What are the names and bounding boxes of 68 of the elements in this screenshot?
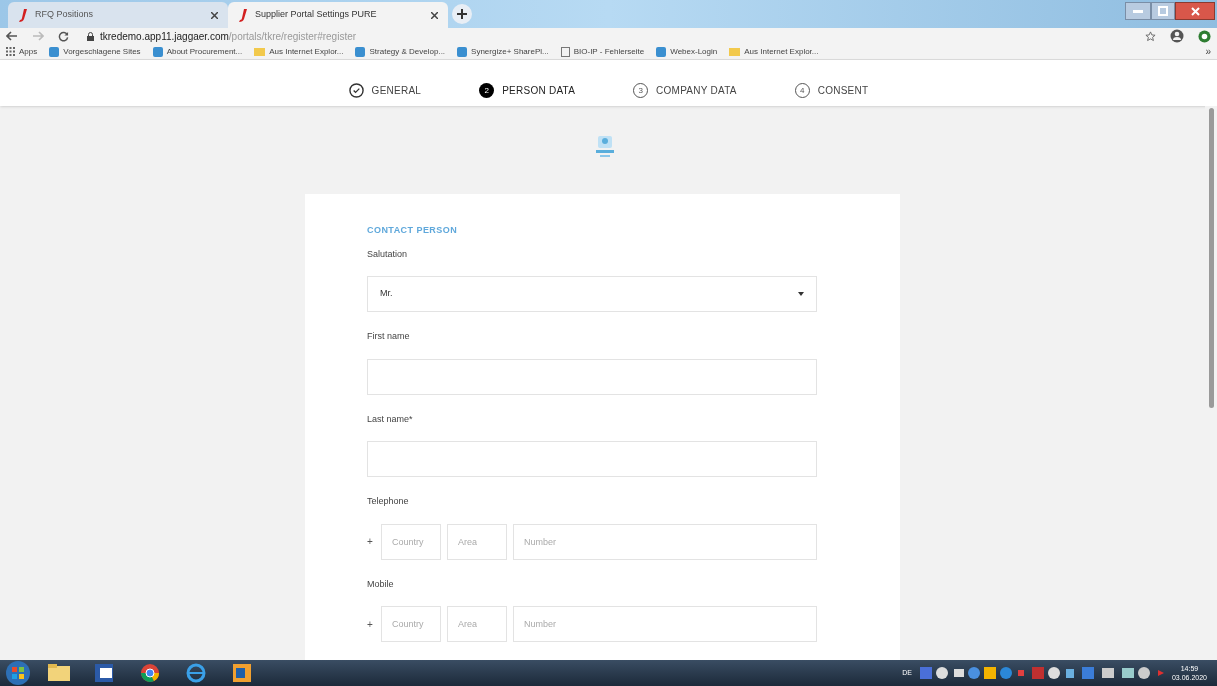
section-title: CONTACT PERSON — [367, 224, 459, 237]
extension-icon[interactable] — [1198, 29, 1211, 43]
dropdown-caret-icon — [798, 292, 804, 296]
phone-input[interactable]: Number — [513, 606, 817, 642]
phone-input[interactable]: Area — [447, 523, 507, 560]
plus-sign: + — [367, 617, 374, 632]
step-number: 2 — [479, 83, 495, 98]
text-input[interactable] — [367, 358, 817, 395]
folder-icon — [729, 47, 741, 56]
bookmark[interactable]: Synergize+ SharePl... — [457, 45, 549, 58]
apps-grid-icon — [6, 47, 15, 56]
folder-icon — [254, 47, 266, 56]
field-label: Telephone — [367, 495, 410, 508]
browser-tab[interactable]: Supplier Portal Settings PURE — [228, 2, 448, 28]
field-label: Mobile — [367, 577, 395, 591]
step-tab[interactable]: GENERAL — [348, 83, 422, 98]
step-tab[interactable]: 4 CONSENT — [794, 83, 869, 98]
minimize-button[interactable] — [1125, 2, 1151, 20]
bookmark[interactable]: Vorgeschlagene Sites — [49, 45, 141, 58]
star-icon[interactable] — [1145, 30, 1156, 42]
url-text: tkredemo.app11.jaggaer.com/portals/tkre/register#register — [100, 29, 357, 44]
salutation-select[interactable]: Mr. — [367, 276, 817, 312]
scrollbar-thumb[interactable] — [1208, 108, 1214, 408]
field-label: Salutation — [367, 247, 409, 261]
phone-input[interactable]: Country — [381, 606, 441, 642]
close-icon — [1190, 6, 1200, 16]
bookmark[interactable]: Aus Internet Explor... — [729, 45, 819, 58]
bookmark[interactable]: About Procurement... — [152, 45, 243, 58]
close-button[interactable] — [1175, 2, 1215, 20]
bookmark[interactable]: Apps — [6, 45, 38, 58]
text-input[interactable] — [367, 441, 817, 477]
step-tab[interactable]: 2 PERSON DATA — [479, 83, 576, 98]
j-logo-icon — [238, 8, 247, 22]
restore-button[interactable] — [1151, 2, 1175, 20]
back-icon[interactable] — [6, 31, 18, 41]
plus-sign: + — [367, 535, 374, 549]
site-icon — [152, 46, 163, 57]
j-logo-icon — [18, 8, 27, 22]
lock-icon — [87, 31, 94, 41]
step-tab[interactable]: 3 COMPANY DATA — [633, 83, 737, 98]
site-icon — [457, 46, 468, 57]
check-circle-icon — [348, 83, 364, 98]
close-icon[interactable] — [431, 11, 438, 19]
tray-icons-drawing[interactable] — [917, 666, 1166, 680]
reload-icon[interactable] — [58, 30, 69, 42]
bookmark[interactable]: Webex-Login — [656, 45, 718, 58]
page-icon — [560, 46, 570, 57]
start-icon[interactable] — [4, 660, 32, 686]
field-label: First name — [367, 330, 411, 343]
field-label: Last name* — [367, 412, 414, 426]
site-icon — [49, 46, 60, 57]
more-bookmarks-button[interactable]: » — [1205, 44, 1211, 59]
minimize-icon — [1133, 9, 1143, 13]
phone-input[interactable]: Country — [381, 523, 441, 560]
browser-tab[interactable]: RFQ Positions — [8, 2, 228, 28]
site-icon — [656, 46, 667, 57]
account-icon[interactable] — [1170, 29, 1184, 43]
bookmark[interactable]: Aus Internet Explor... — [254, 45, 344, 58]
phone-input[interactable]: Area — [447, 606, 507, 642]
plus-icon — [457, 9, 467, 19]
logo-icon — [593, 134, 616, 158]
new-tab-button[interactable] — [452, 4, 472, 24]
restore-icon — [1158, 6, 1168, 16]
bookmark[interactable]: Strategy & Develop... — [355, 45, 446, 58]
site-icon — [355, 46, 366, 57]
phone-input[interactable]: Number — [513, 523, 817, 560]
bookmark[interactable]: BIO-IP - Fehlerseite — [560, 45, 645, 58]
close-icon[interactable] — [211, 11, 218, 19]
